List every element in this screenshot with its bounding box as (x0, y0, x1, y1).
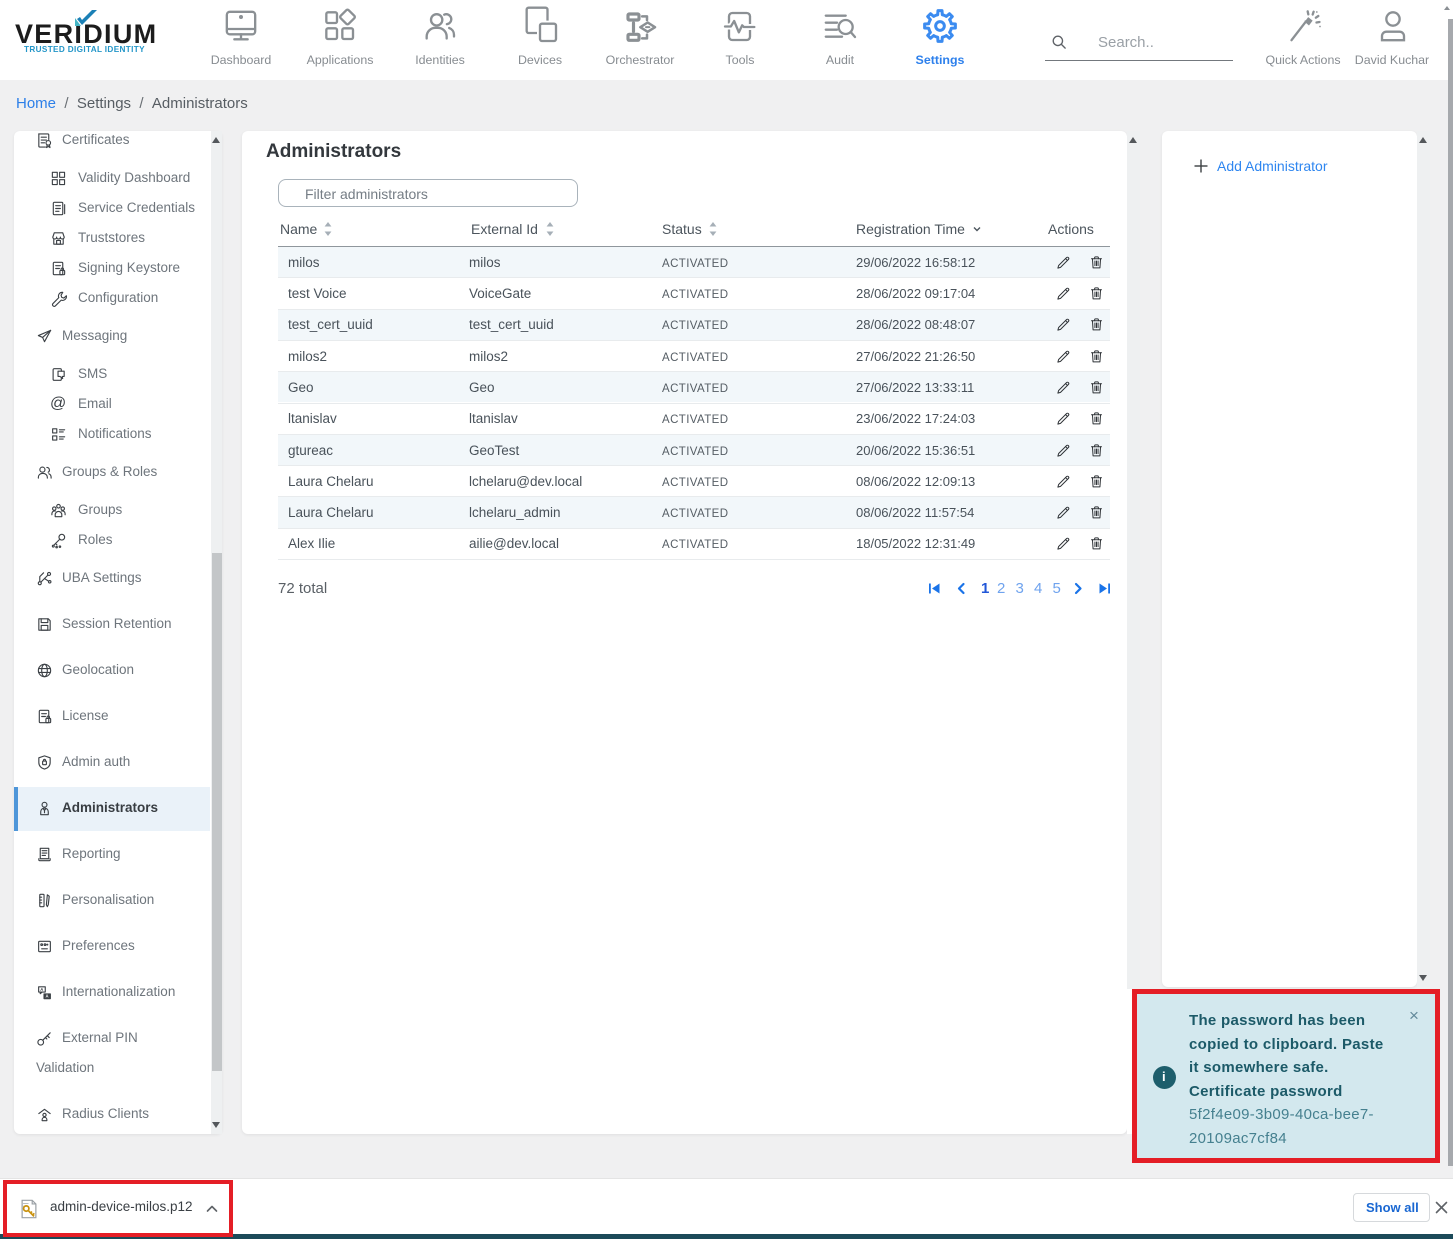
svg-text:A: A (45, 993, 48, 998)
svg-text:A: A (40, 986, 43, 991)
